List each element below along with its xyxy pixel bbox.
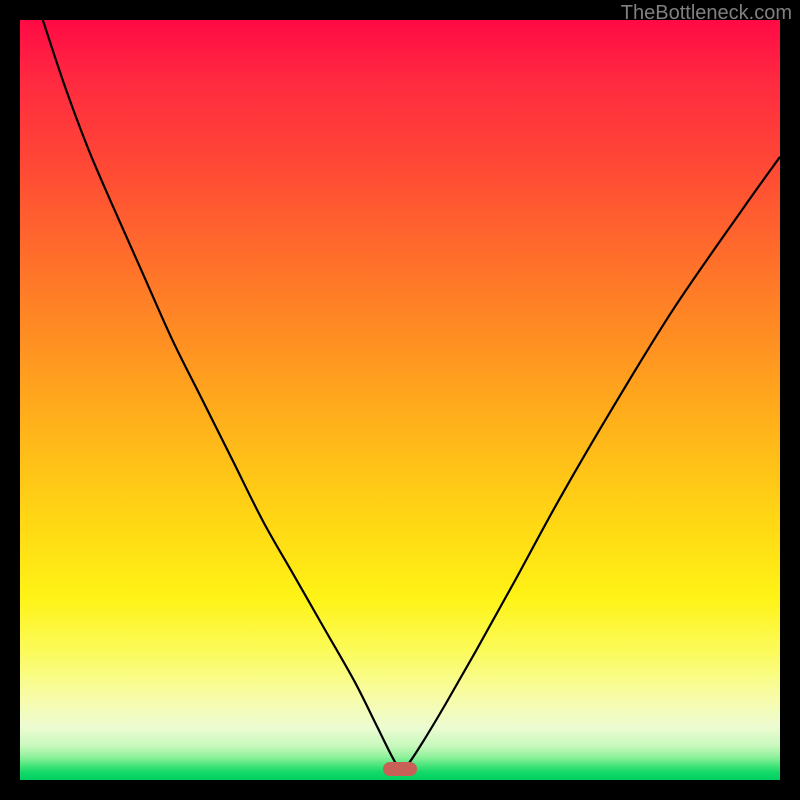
plot-area [20, 20, 780, 780]
chart-frame: TheBottleneck.com [0, 0, 800, 800]
bottleneck-curve [43, 20, 780, 769]
optimum-marker [383, 762, 417, 776]
curve-svg [20, 20, 780, 780]
